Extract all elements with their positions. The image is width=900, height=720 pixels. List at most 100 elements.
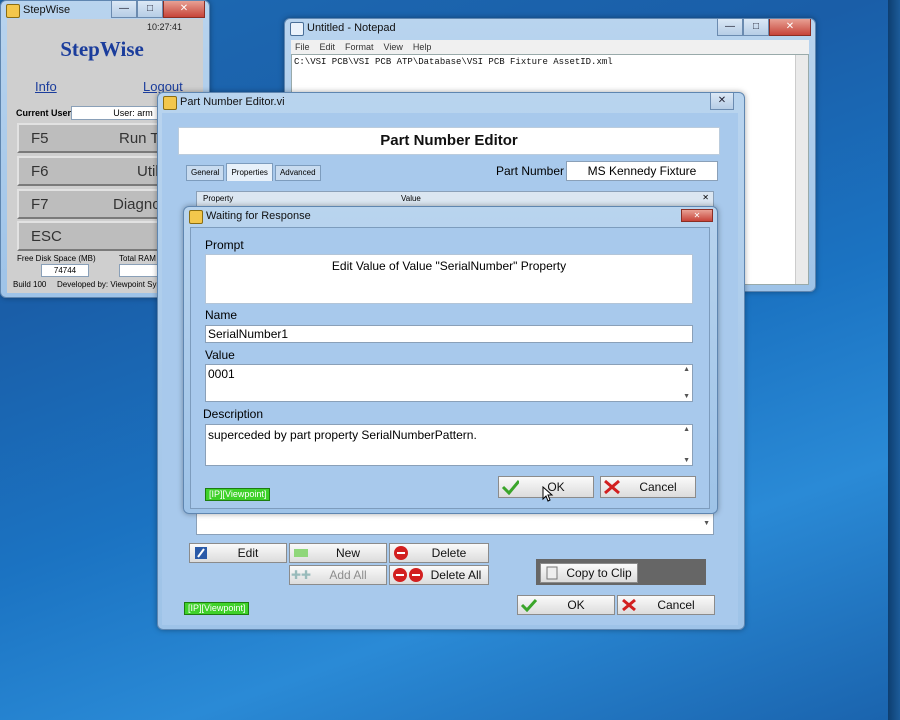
app-name: StepWise — [60, 37, 144, 61]
part-number-field[interactable]: MS Kennedy Fixture — [566, 161, 718, 181]
close-button[interactable]: ✕ — [163, 1, 205, 18]
mouse-cursor-icon — [542, 486, 554, 502]
notepad-titlebar: Untitled - Notepad — □ ✕ — [285, 19, 815, 39]
copy-clip-button[interactable]: Copy to Clip — [540, 563, 638, 583]
add-all-button[interactable]: ✚✚ Add All — [289, 565, 387, 585]
pne-viewpoint-tag: [IP][Viewpoint] — [184, 602, 250, 615]
pne-cancel-x-icon — [620, 598, 638, 612]
notepad-menubar: File Edit Format View Help — [291, 40, 809, 54]
stepwise-titlebar: StepWise — □ ✕ — [1, 1, 209, 21]
prompt-text: Edit Value of Value "SerialNumber" Prope… — [331, 259, 567, 273]
notepad-icon — [290, 22, 304, 36]
pne-icon — [163, 96, 177, 110]
info-link[interactable]: Info — [35, 79, 57, 94]
key-f5-label: F5 — [31, 130, 49, 147]
dialog-ok-checkmark-icon — [501, 480, 519, 495]
clipboard-icon — [543, 566, 561, 580]
scroll-down-icon[interactable]: ▼ — [703, 520, 710, 527]
name-field[interactable]: SerialNumber1 — [205, 325, 693, 343]
col-property[interactable]: Property — [203, 194, 233, 203]
delete-icon — [392, 546, 410, 560]
taskbar — [888, 0, 900, 720]
notepad-close-button[interactable]: ✕ — [769, 19, 811, 36]
pne-ok-label: OK — [567, 598, 585, 612]
dialog-close-button[interactable]: ✕ — [681, 209, 713, 222]
pne-header: Part Number Editor — [178, 127, 720, 155]
pne-close-button[interactable]: ✕ — [710, 93, 734, 110]
col-value[interactable]: Value — [401, 194, 421, 203]
pne-tabs: General Properties Advanced — [186, 163, 321, 181]
desc-label: Description — [203, 407, 264, 421]
notepad-minimize-button[interactable]: — — [717, 19, 743, 36]
name-label: Name — [205, 308, 238, 322]
tab-properties[interactable]: Properties — [226, 163, 273, 181]
current-user-label: Current User — [16, 108, 72, 118]
minimize-button[interactable]: — — [111, 1, 137, 18]
delete-all-icon — [392, 568, 424, 582]
response-dialog: Waiting for Response ✕ Prompt Edit Value… — [183, 206, 718, 514]
key-f7-label: F7 — [31, 196, 49, 213]
notepad-maximize-button[interactable]: □ — [743, 19, 769, 36]
notepad-content: C:\VSI PCB\VSI PCB ATP\Database\VSI PCB … — [294, 57, 613, 67]
window-title: StepWise — [23, 4, 71, 16]
developed-label: Developed by: Viewpoint Syst — [57, 280, 163, 289]
dialog-title: Waiting for Response — [206, 210, 311, 222]
app-icon — [6, 4, 20, 18]
desc-text: superceded by part property SerialNumber… — [208, 428, 477, 442]
menu-edit[interactable]: Edit — [320, 40, 336, 54]
pne-cancel-label: Cancel — [657, 598, 695, 612]
menu-format[interactable]: Format — [345, 40, 374, 54]
add-all-label: Add All — [329, 568, 367, 582]
tab-general[interactable]: General — [186, 165, 225, 181]
value-label: Value — [205, 348, 235, 362]
dialog-titlebar: Waiting for Response ✕ — [184, 207, 717, 227]
disk-label: Free Disk Space (MB) — [17, 254, 96, 263]
dialog-cancel-button[interactable]: Cancel — [600, 476, 696, 498]
menu-view[interactable]: View — [384, 40, 403, 54]
prompt-label: Prompt — [205, 238, 244, 252]
new-item-icon — [292, 546, 310, 560]
delete-label: Delete — [431, 546, 467, 560]
ram-label: Total RAM ( — [119, 254, 161, 263]
edit-button[interactable]: Edit — [189, 543, 287, 563]
pne-heading: Part Number Editor — [380, 132, 518, 149]
build-label: Build 100 — [13, 280, 47, 289]
delete-all-label: Delete All — [430, 568, 482, 582]
menu-help[interactable]: Help — [413, 40, 432, 54]
value-scroll-down-icon[interactable]: ▼ — [683, 393, 690, 400]
value-field[interactable]: 0001 ▲ ▼ — [205, 364, 693, 402]
properties-table-bottom[interactable]: ▼ — [196, 511, 714, 535]
part-number-label: Part Number — [496, 164, 565, 178]
notepad-title: Untitled - Notepad — [307, 22, 396, 34]
dialog-icon — [189, 210, 203, 224]
desc-scroll-up-icon[interactable]: ▲ — [683, 426, 690, 433]
maximize-button[interactable]: □ — [137, 1, 163, 18]
prompt-box: Edit Value of Value "SerialNumber" Prope… — [205, 254, 693, 304]
notepad-scrollbar[interactable] — [795, 55, 808, 284]
tab-advanced[interactable]: Advanced — [274, 165, 321, 181]
value-scroll-up-icon[interactable]: ▲ — [683, 366, 690, 373]
table-close-icon[interactable]: ✕ — [702, 193, 709, 202]
value-text: 0001 — [208, 367, 235, 381]
key-esc-label: ESC — [31, 228, 62, 245]
disk-value: 74744 — [41, 264, 89, 277]
copy-clip-label: Copy to Clip — [566, 566, 632, 580]
delete-all-button[interactable]: Delete All — [389, 565, 489, 585]
menu-file[interactable]: File — [295, 40, 310, 54]
delete-button[interactable]: Delete — [389, 543, 489, 563]
copy-clip-frame: Copy to Clip — [536, 559, 706, 585]
desc-field[interactable]: superceded by part property SerialNumber… — [205, 424, 693, 466]
edit-label: Edit — [237, 546, 259, 560]
pne-title: Part Number Editor.vi — [180, 96, 285, 108]
pne-ok-button[interactable]: OK — [517, 595, 615, 615]
pne-cancel-button[interactable]: Cancel — [617, 595, 715, 615]
desc-scroll-down-icon[interactable]: ▼ — [683, 457, 690, 464]
dialog-viewpoint-tag: [IP][Viewpoint] — [205, 488, 271, 501]
pencil-icon — [192, 546, 210, 560]
dialog-cancel-x-icon — [603, 479, 621, 495]
new-label: New — [335, 546, 360, 560]
new-button[interactable]: New — [289, 543, 387, 563]
add-all-icon: ✚✚ — [290, 568, 312, 582]
dialog-cancel-label: Cancel — [639, 480, 677, 494]
dialog-body: Prompt Edit Value of Value "SerialNumber… — [190, 227, 710, 509]
